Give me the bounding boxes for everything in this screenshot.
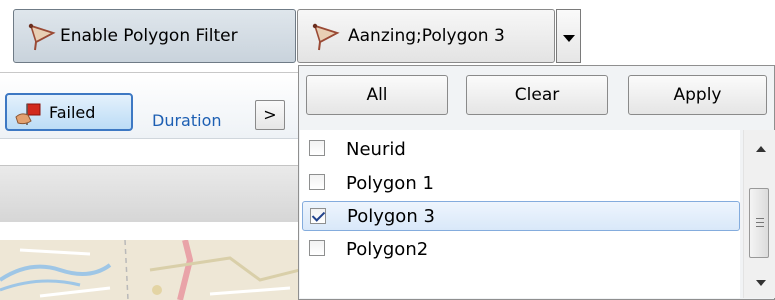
toolbar: Enable Polygon Filter Aanzing;Polygon 3 [0, 0, 775, 72]
failed-label: Failed [49, 102, 96, 122]
scroll-down-icon[interactable] [756, 280, 766, 286]
enable-polygon-filter-label: Enable Polygon Filter [60, 26, 238, 46]
list-item-label: Polygon2 [346, 238, 429, 260]
list-item[interactable]: Polygon 3 [302, 201, 740, 231]
failed-filter-button[interactable]: Failed [5, 93, 133, 131]
enable-polygon-filter-button[interactable]: Enable Polygon Filter [13, 9, 296, 63]
combobox-dropdown-arrow[interactable] [556, 9, 581, 63]
next-button[interactable]: > [255, 100, 285, 130]
polygon-list: Neurid Polygon 1 Polygon 3 Polygon2 [300, 130, 740, 298]
apply-button[interactable]: Apply [628, 75, 767, 115]
select-all-button[interactable]: All [306, 75, 448, 115]
scroll-thumb[interactable] [749, 188, 769, 258]
list-item[interactable]: Polygon 1 [302, 168, 740, 198]
map-view[interactable] [0, 240, 300, 300]
checkbox[interactable] [310, 208, 326, 224]
failed-flag-icon [15, 103, 41, 125]
list-item-label: Neurid [346, 138, 406, 160]
grip-line [756, 222, 764, 223]
clear-button[interactable]: Clear [466, 75, 608, 115]
checkbox[interactable] [309, 240, 325, 256]
list-item[interactable]: Polygon2 [302, 234, 740, 264]
checkbox[interactable] [309, 140, 325, 156]
grip-line [756, 226, 764, 227]
polygon-selector-combobox[interactable]: Aanzing;Polygon 3 [297, 9, 555, 63]
grip-line [756, 218, 764, 219]
polygon-icon [28, 23, 56, 51]
list-scrollbar[interactable] [743, 130, 775, 298]
list-item-label: Polygon 1 [346, 172, 434, 194]
grid-body [0, 222, 300, 240]
checkbox[interactable] [309, 174, 325, 190]
map-tiles [0, 240, 300, 300]
list-item[interactable]: Neurid [302, 134, 740, 164]
scroll-up-icon[interactable] [756, 146, 766, 152]
polygon-filter-dropdown: All Clear Apply Neurid Polygon 1 Polygon… [298, 65, 775, 300]
list-item-label: Polygon 3 [347, 205, 435, 227]
grid-header [0, 165, 300, 223]
duration-link[interactable]: Duration [152, 111, 222, 130]
polygon-icon [312, 23, 340, 51]
polygon-selector-value: Aanzing;Polygon 3 [348, 26, 505, 46]
